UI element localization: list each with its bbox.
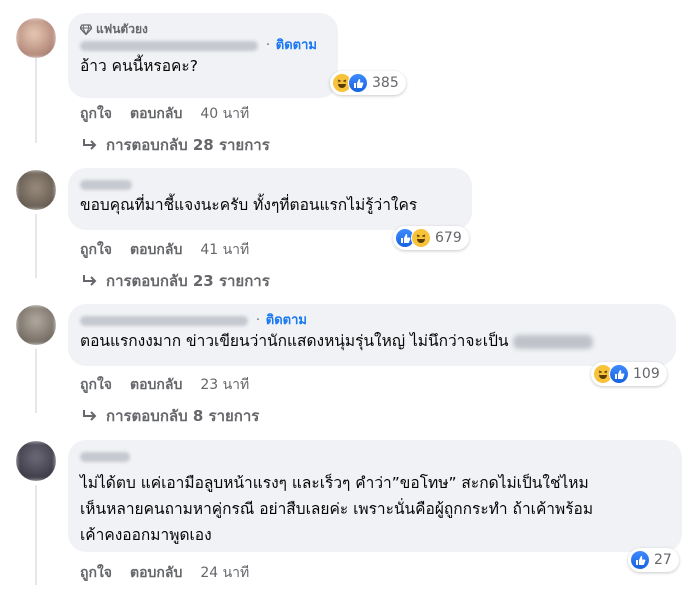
- like-button[interactable]: ถูกใจ: [80, 239, 112, 261]
- view-replies-link[interactable]: การตอบกลับ 23 รายการ: [82, 269, 270, 293]
- comment-text: ขอบคุณที่มาชี้แจงนะครับ ทั้งๆที่ตอนแรกไม…: [80, 196, 418, 214]
- commenter-name[interactable]: [80, 179, 132, 190]
- redacted-name: [512, 334, 593, 349]
- haha-icon: [411, 228, 431, 248]
- replies-label: การตอบกลับ 23 รายการ: [106, 272, 270, 290]
- comment-line: ไม่ได้ตบ แค่เอามือลูบหน้าแรงๆ และเร็วๆ ค…: [80, 474, 589, 492]
- reply-button[interactable]: ตอบกลับ: [130, 374, 182, 396]
- comment-actions: ถูกใจ ตอบกลับ 24 นาที: [80, 562, 249, 584]
- comment-bubble: · ติดตาม ตอนแรกงงมาก ข่าวเขียนว่านักแสดง…: [68, 304, 676, 366]
- fan-badge-label: แฟนตัวยง: [96, 22, 148, 36]
- separator: ·: [255, 313, 260, 328]
- timestamp[interactable]: 40 นาที: [200, 103, 249, 125]
- like-icon: [348, 73, 368, 93]
- reply-button[interactable]: ตอบกลับ: [130, 562, 182, 584]
- commenter-name[interactable]: [80, 40, 258, 51]
- reply-arrow-icon: [83, 275, 97, 286]
- avatar[interactable]: [16, 305, 56, 345]
- thread-line: [35, 349, 37, 413]
- like-button[interactable]: ถูกใจ: [80, 374, 112, 396]
- comment-text: อ้าว คนนี้หรอคะ?: [80, 57, 198, 75]
- comment-text: ตอนแรกงงมาก ข่าวเขียนว่านักแสดงหนุ่มรุ่น…: [80, 330, 664, 352]
- like-button[interactable]: ถูกใจ: [80, 103, 112, 125]
- reply-arrow-icon: [83, 410, 97, 421]
- thread-line: [35, 485, 37, 585]
- reaction-summary[interactable]: 385: [330, 71, 406, 95]
- reply-arrow-icon: [83, 139, 97, 150]
- fan-badge: แฟนตัวยง: [80, 21, 326, 37]
- comment-line: เห็นหลายคนถามหาคู่กรณี อย่าสืบเลยค่ะ เพร…: [80, 500, 594, 518]
- view-replies-link[interactable]: การตอบกลับ 28 รายการ: [82, 133, 270, 157]
- avatar[interactable]: [16, 18, 56, 58]
- diamond-icon: [80, 23, 92, 35]
- view-replies-link[interactable]: การตอบกลับ 8 รายการ: [82, 404, 259, 428]
- replies-label: การตอบกลับ 8 รายการ: [106, 407, 260, 425]
- reaction-count: 385: [372, 75, 399, 91]
- reaction-summary[interactable]: 109: [591, 362, 667, 386]
- reaction-count: 109: [633, 366, 660, 382]
- timestamp[interactable]: 24 นาที: [200, 562, 249, 584]
- reaction-summary[interactable]: 679: [393, 226, 469, 250]
- reply-button[interactable]: ตอบกลับ: [130, 103, 182, 125]
- commenter-name[interactable]: [80, 315, 248, 326]
- comment-bubble: ไม่ได้ตบ แค่เอามือลูบหน้าแรงๆ และเร็วๆ ค…: [68, 440, 682, 552]
- follow-button[interactable]: ติดตาม: [266, 313, 307, 328]
- replies-label: การตอบกลับ 28 รายการ: [106, 136, 270, 154]
- like-icon: [630, 550, 650, 570]
- reaction-summary[interactable]: 27: [628, 548, 679, 572]
- reaction-count: 679: [435, 230, 462, 246]
- comment-bubble: ขอบคุณที่มาชี้แจงนะครับ ทั้งๆที่ตอนแรกไม…: [68, 168, 472, 230]
- like-icon: [609, 364, 629, 384]
- reaction-count: 27: [654, 552, 672, 568]
- comment-actions: ถูกใจ ตอบกลับ 41 นาที: [80, 239, 249, 261]
- avatar[interactable]: [16, 170, 56, 210]
- thread-line: [35, 214, 37, 278]
- reply-button[interactable]: ตอบกลับ: [130, 239, 182, 261]
- timestamp[interactable]: 23 นาที: [200, 374, 249, 396]
- comment-text: ไม่ได้ตบ แค่เอามือลูบหน้าแรงๆ และเร็วๆ ค…: [80, 470, 670, 548]
- comment-actions: ถูกใจ ตอบกลับ 40 นาที: [80, 103, 249, 125]
- comment-actions: ถูกใจ ตอบกลับ 23 นาที: [80, 374, 249, 396]
- comment-bubble: แฟนตัวยง · ติดตาม อ้าว คนนี้หรอคะ?: [68, 13, 338, 98]
- comment-line: เค้าคงออกมาพูดเอง: [80, 526, 212, 544]
- avatar[interactable]: [16, 441, 56, 481]
- commenter-name[interactable]: [80, 451, 130, 462]
- thread-line: [35, 58, 37, 143]
- like-button[interactable]: ถูกใจ: [80, 562, 112, 584]
- follow-button[interactable]: ติดตาม: [276, 38, 317, 53]
- timestamp[interactable]: 41 นาที: [200, 239, 249, 261]
- comment-text-visible: ตอนแรกงงมาก ข่าวเขียนว่านักแสดงหนุ่มรุ่น…: [80, 332, 509, 350]
- separator: ·: [265, 38, 270, 53]
